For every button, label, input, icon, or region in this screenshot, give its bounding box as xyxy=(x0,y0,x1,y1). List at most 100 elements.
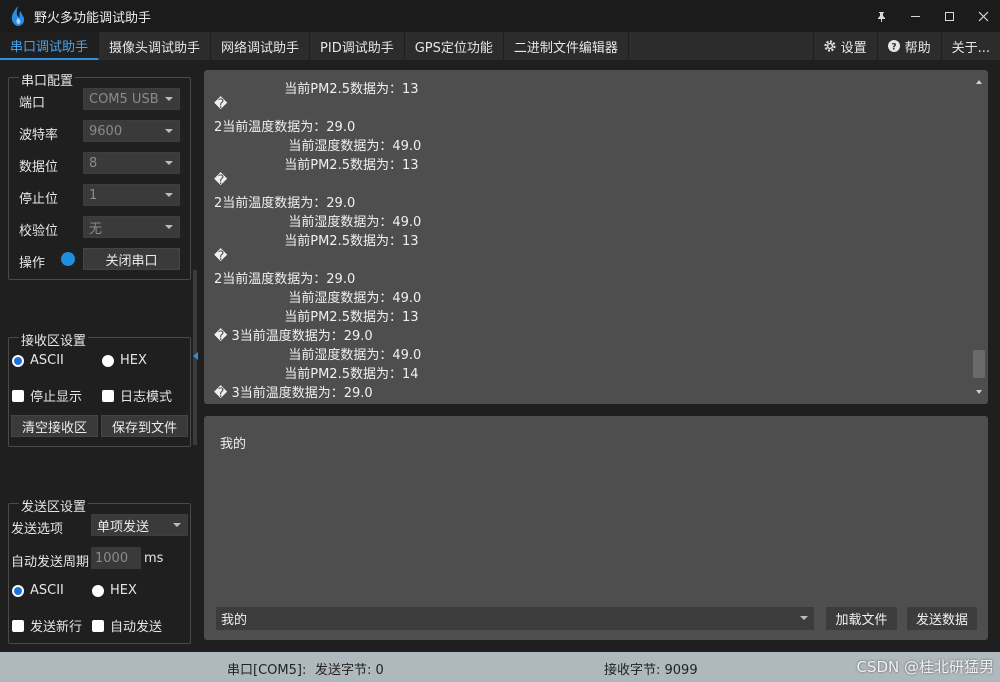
stopbits-label: 停止位 xyxy=(19,192,59,207)
send-option-select[interactable]: 单项发送 xyxy=(91,514,188,536)
send-text-content: 我的 xyxy=(220,437,247,452)
radio-unchecked-icon xyxy=(92,584,104,597)
recv-hex-label: HEX xyxy=(120,353,147,368)
receive-scrollbar[interactable] xyxy=(970,70,988,404)
log-mode-checkbox[interactable]: 日志模式 xyxy=(102,386,172,405)
send-newline-label: 发送新行 xyxy=(30,620,83,635)
port-value: COM5 USB xyxy=(89,91,159,107)
chevron-down-icon xyxy=(800,616,808,620)
status-port: 串口[COM5]: xyxy=(227,663,307,678)
send-ascii-radio[interactable]: ASCII xyxy=(12,583,64,598)
settings-label: 设置 xyxy=(840,40,867,56)
receive-line: 当前湿度数据为：49.0 xyxy=(214,348,422,363)
help-button[interactable]: ? 帮助 xyxy=(876,32,941,60)
pin-icon[interactable] xyxy=(864,0,898,32)
status-sent-bytes: 发送字节: 0 xyxy=(315,663,384,678)
checkbox-icon xyxy=(12,619,24,632)
about-button[interactable]: 关于... xyxy=(940,32,1000,60)
recv-ascii-label: ASCII xyxy=(30,353,64,368)
close-icon[interactable] xyxy=(966,0,1000,32)
chevron-down-icon xyxy=(165,225,173,229)
help-label: 帮助 xyxy=(904,40,931,56)
chevron-down-icon xyxy=(173,523,181,527)
save-to-file-button[interactable]: 保存到文件 xyxy=(101,415,188,437)
period-unit-label: ms xyxy=(144,551,164,566)
databits-select[interactable]: 8 xyxy=(83,152,180,174)
auto-period-input[interactable]: 1000 xyxy=(91,547,141,569)
tab-serial[interactable]: 串口调试助手 xyxy=(0,32,100,60)
auto-period-label: 自动发送周期 xyxy=(11,555,90,570)
radio-checked-icon xyxy=(12,354,24,367)
stopbits-select[interactable]: 1 xyxy=(83,184,180,206)
receive-line: � 3当前温度数据为：29.0 xyxy=(214,386,373,401)
svg-text:?: ? xyxy=(891,43,896,53)
databits-value: 8 xyxy=(89,155,98,171)
send-settings-title: 发送区设置 xyxy=(19,496,89,515)
scroll-down-icon[interactable] xyxy=(976,390,982,394)
baud-select[interactable]: 9600 xyxy=(83,120,180,142)
receive-line: 2当前温度数据为：29.0 xyxy=(214,196,356,211)
tab-pid[interactable]: PID调试助手 xyxy=(310,32,405,60)
stop-display-checkbox[interactable]: 停止显示 xyxy=(12,386,82,405)
receive-line: 2当前温度数据为：29.0 xyxy=(214,120,356,135)
tab-network[interactable]: 网络调试助手 xyxy=(211,32,311,60)
recv-hex-radio[interactable]: HEX xyxy=(102,353,147,368)
receive-line: � xyxy=(214,97,228,112)
auto-send-label: 自动发送 xyxy=(110,620,163,635)
operation-label: 操作 xyxy=(19,256,46,271)
baud-value: 9600 xyxy=(89,123,123,139)
receive-line: 当前PM2.5数据为：13 xyxy=(214,158,419,173)
receive-line: 当前PM2.5数据为：13 xyxy=(214,82,419,97)
serial-config-title: 串口配置 xyxy=(19,70,76,89)
radio-unchecked-icon xyxy=(102,354,114,367)
receive-text-area[interactable]: 当前PM2.5数据为：13 � 2当前温度数据为：29.0 当前湿度数据为：49.0… xyxy=(204,70,988,404)
baud-label: 波特率 xyxy=(19,128,59,143)
recv-ascii-radio[interactable]: ASCII xyxy=(12,353,64,368)
chevron-down-icon xyxy=(165,129,173,133)
receive-settings-title: 接收区设置 xyxy=(19,330,89,349)
parity-value: 无 xyxy=(89,221,103,237)
send-history-value: 我的 xyxy=(221,613,248,628)
send-text-area[interactable]: 我的 我的 加载文件 发送数据 xyxy=(204,416,988,640)
send-newline-checkbox[interactable]: 发送新行 xyxy=(12,616,82,635)
collapse-arrow-icon[interactable] xyxy=(193,352,198,360)
window-title: 野火多功能调试助手 xyxy=(34,10,152,26)
clear-receive-button[interactable]: 清空接收区 xyxy=(11,415,98,437)
tab-binary-editor[interactable]: 二进制文件编辑器 xyxy=(504,32,629,60)
receive-line: 当前湿度数据为：49.0 xyxy=(214,139,422,154)
receive-line: 当前湿度数据为：49.0 xyxy=(214,215,422,230)
send-option-label: 发送选项 xyxy=(11,522,64,537)
receive-line: 当前PM2.5数据为：13 xyxy=(214,234,419,249)
parity-label: 校验位 xyxy=(19,224,59,239)
scroll-thumb[interactable] xyxy=(973,350,985,378)
settings-button[interactable]: 设置 xyxy=(812,32,877,60)
parity-select[interactable]: 无 xyxy=(83,216,180,238)
receive-line: 当前PM2.5数据为：13 xyxy=(214,310,419,325)
minimize-icon[interactable] xyxy=(898,0,932,32)
maximize-icon[interactable] xyxy=(932,0,966,32)
chevron-down-icon xyxy=(165,97,173,101)
chevron-down-icon xyxy=(165,161,173,165)
radio-checked-icon xyxy=(12,584,24,597)
auto-send-checkbox[interactable]: 自动发送 xyxy=(92,616,162,635)
gear-icon xyxy=(823,40,836,52)
log-mode-label: 日志模式 xyxy=(120,390,173,405)
tab-camera[interactable]: 摄像头调试助手 xyxy=(99,32,212,60)
load-file-button[interactable]: 加载文件 xyxy=(826,607,897,630)
checkbox-icon xyxy=(12,389,24,402)
port-select[interactable]: COM5 USB xyxy=(83,88,180,110)
send-hex-label: HEX xyxy=(110,583,137,598)
send-hex-radio[interactable]: HEX xyxy=(92,583,137,598)
tab-gps[interactable]: GPS定位功能 xyxy=(405,32,504,60)
main-tab-bar: 串口调试助手 摄像头调试助手 网络调试助手 PID调试助手 GPS定位功能 二进… xyxy=(0,32,1000,60)
scroll-up-icon[interactable] xyxy=(976,80,982,84)
send-ascii-label: ASCII xyxy=(30,583,64,598)
send-history-combo[interactable]: 我的 xyxy=(216,607,814,630)
port-status-indicator xyxy=(61,252,75,266)
help-icon: ? xyxy=(887,40,900,53)
status-received-bytes: 接收字节: 9099 xyxy=(604,663,698,678)
close-port-button[interactable]: 关闭串口 xyxy=(83,248,180,270)
chevron-down-icon xyxy=(165,193,173,197)
send-data-button[interactable]: 发送数据 xyxy=(907,607,977,630)
receive-line: 当前PM2.5数据为：14 xyxy=(214,367,419,382)
